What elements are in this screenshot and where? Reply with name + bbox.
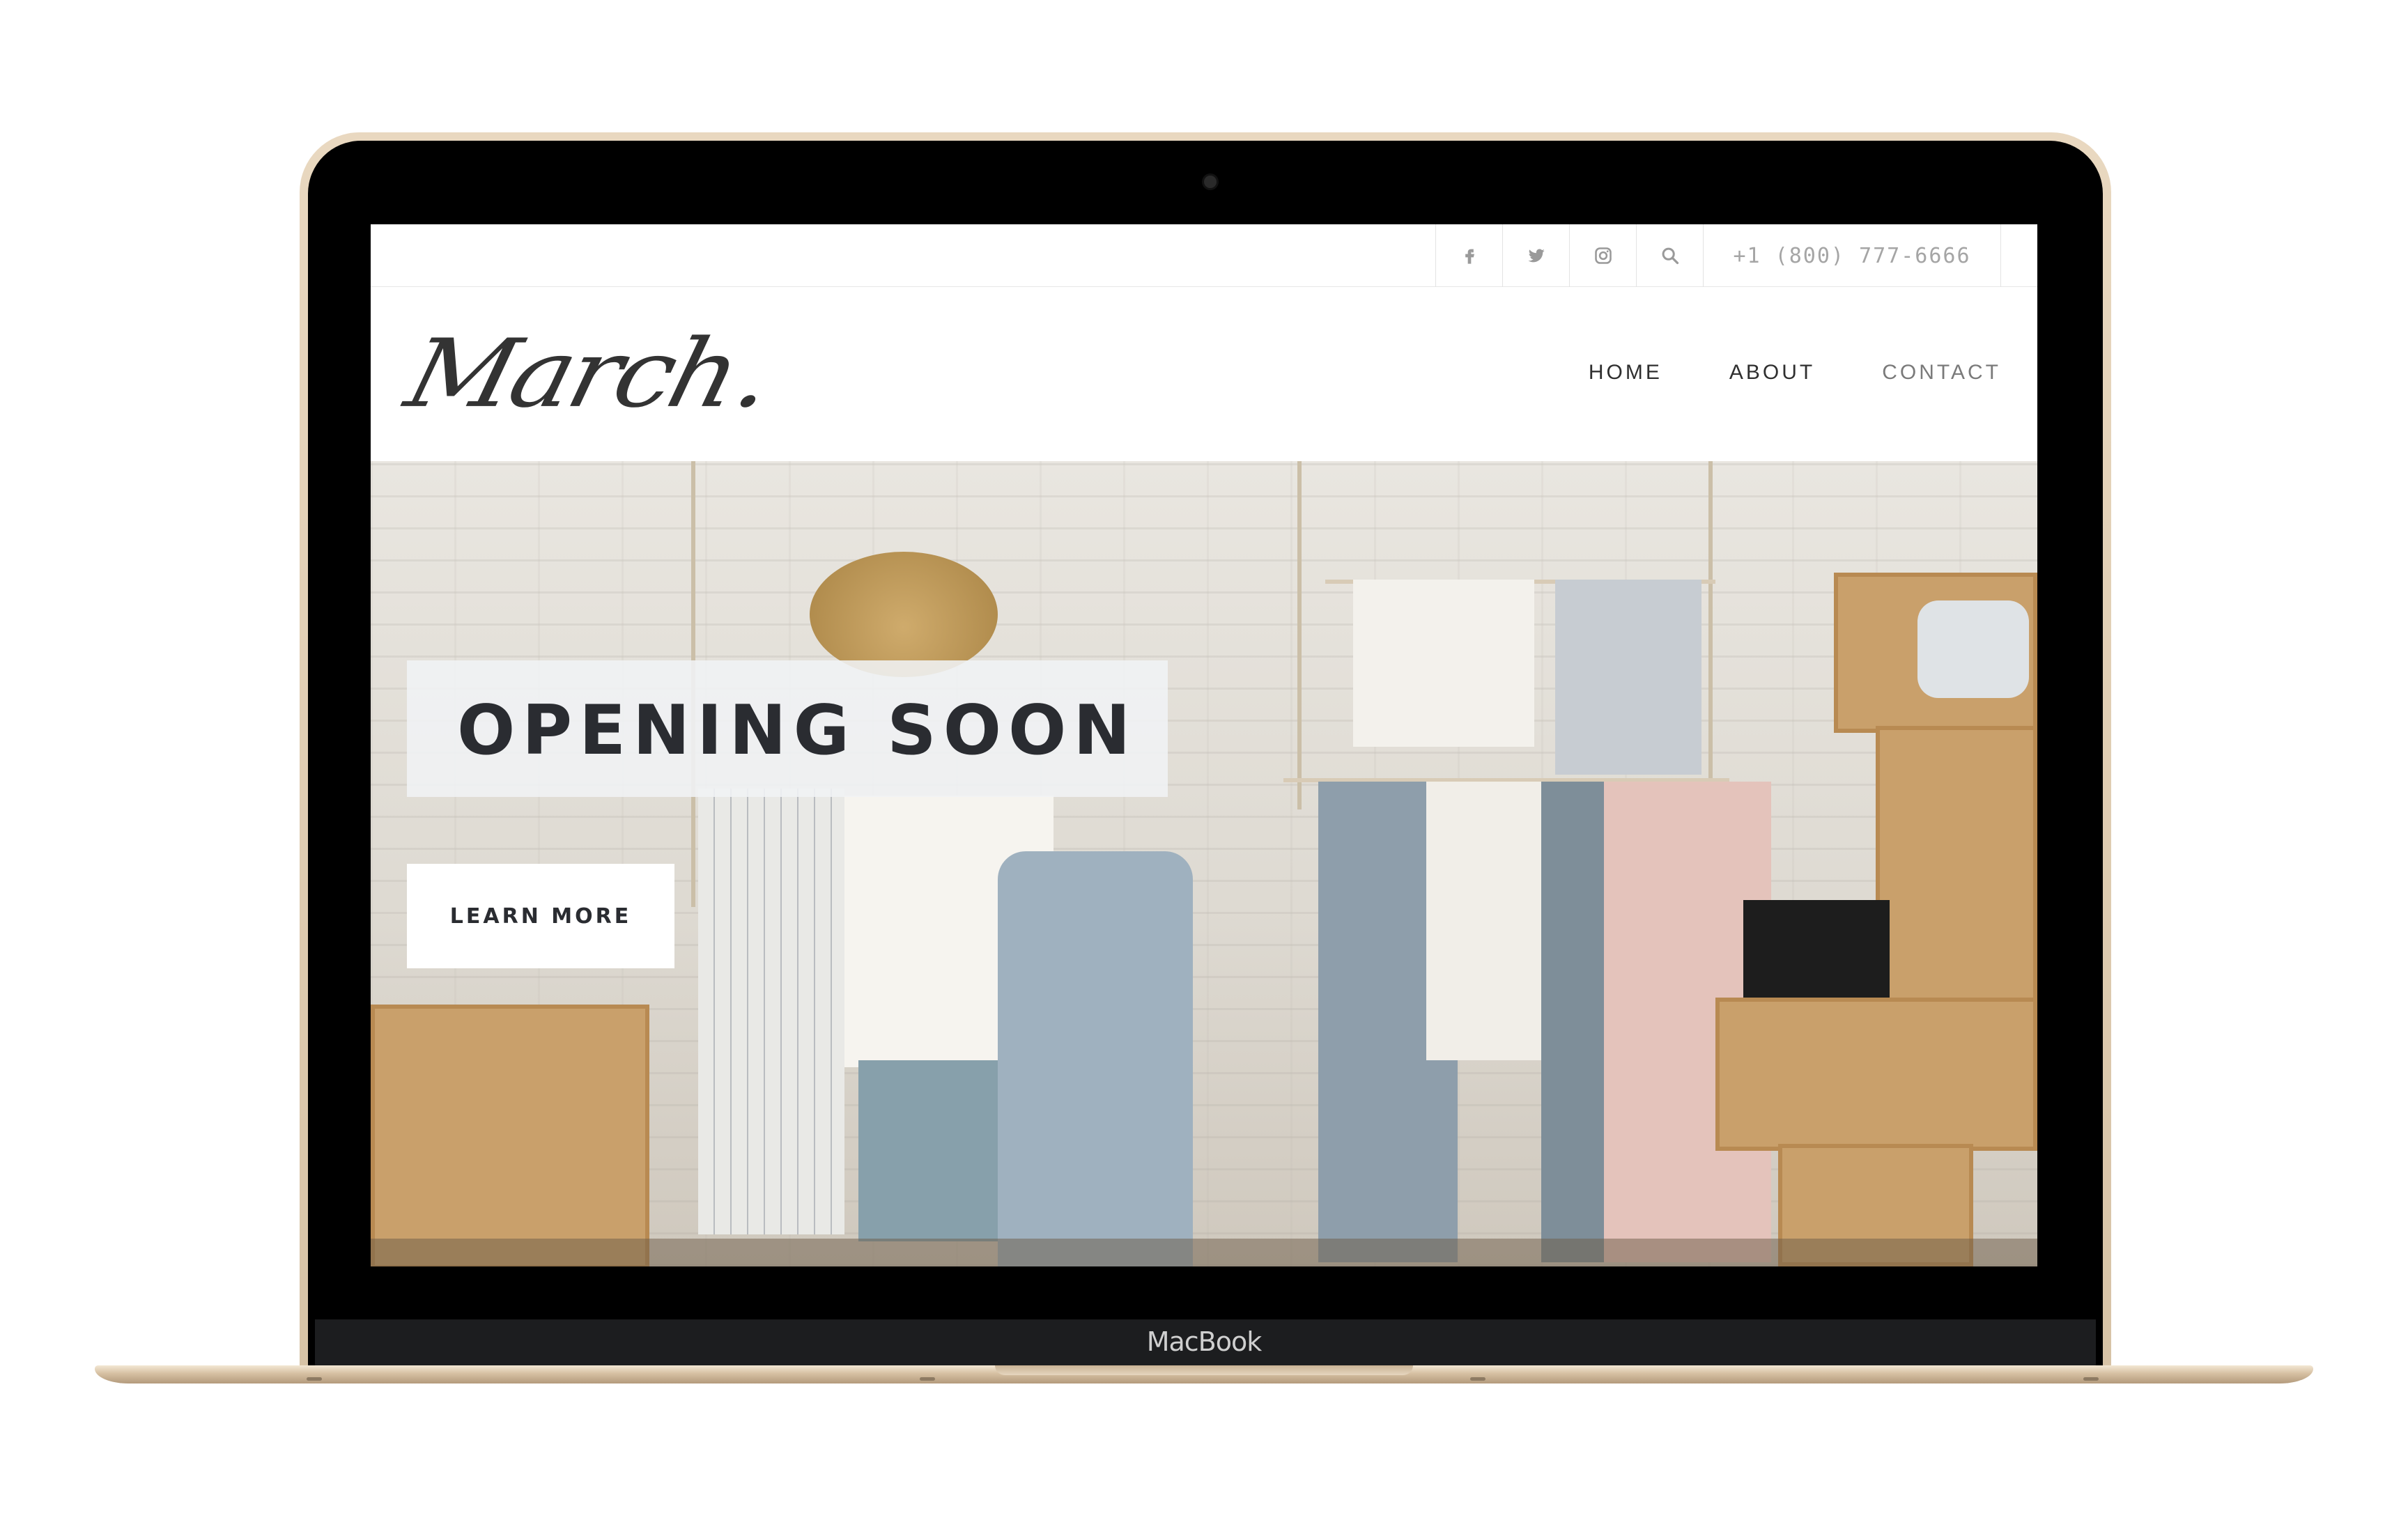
checked-towel-graphic <box>698 789 844 1234</box>
laptop-foot <box>2083 1377 2099 1381</box>
site-header: March. HOME ABOUT CONTACT <box>371 287 2037 461</box>
facebook-icon[interactable] <box>1435 224 1502 287</box>
nav-home[interactable]: HOME <box>1589 361 1662 385</box>
laptop-foot <box>307 1377 322 1381</box>
laptop-foot <box>1470 1377 1485 1381</box>
towel-graphic <box>1353 580 1534 747</box>
twitter-icon[interactable] <box>1502 224 1569 287</box>
hanging-rope <box>1297 461 1302 809</box>
instagram-icon[interactable] <box>1569 224 1636 287</box>
utility-bar: +1 (800) 777-6666 <box>371 224 2037 287</box>
hero-headline: OPENING SOON <box>457 691 1138 770</box>
search-icon[interactable] <box>1636 224 1703 287</box>
tray-graphic <box>1743 900 1890 998</box>
nav-about[interactable]: ABOUT <box>1729 361 1815 385</box>
headline-banner: OPENING SOON <box>407 660 1168 797</box>
hinge-notch <box>995 1365 1413 1375</box>
wooden-shelf-graphic <box>1876 726 2037 1018</box>
wooden-shelf-graphic <box>1715 998 2037 1151</box>
utility-bar-group: +1 (800) 777-6666 <box>1435 224 2001 287</box>
pillow-graphic <box>1917 600 2029 698</box>
learn-more-button[interactable]: LEARN MORE <box>407 864 674 968</box>
straw-hat-graphic <box>810 552 998 677</box>
website-screen: +1 (800) 777-6666 March. HOME ABOUT CONT… <box>371 224 2037 1266</box>
nav-contact[interactable]: CONTACT <box>1882 361 2001 385</box>
main-nav: HOME ABOUT CONTACT <box>1589 361 2001 385</box>
webcam <box>1204 176 1217 188</box>
site-logo[interactable]: March. <box>396 320 780 429</box>
towel-graphic <box>1555 580 1701 775</box>
laptop-foot <box>920 1377 935 1381</box>
wooden-shelf-graphic <box>371 1005 649 1266</box>
robe-graphic <box>998 851 1193 1266</box>
hero-section: OPENING SOON LEARN MORE <box>371 461 2037 1266</box>
phone-number[interactable]: +1 (800) 777-6666 <box>1703 224 2001 287</box>
hanging-rope <box>1708 461 1713 809</box>
floor-shadow <box>371 1239 2037 1266</box>
device-brand-label: MacBook <box>1146 1326 1263 1357</box>
logo-text: March <box>396 319 748 429</box>
